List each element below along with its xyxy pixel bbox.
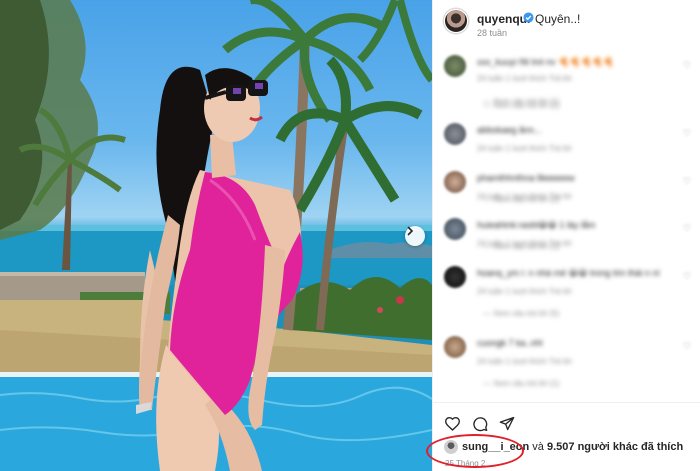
comment-text: cuongk 7 ka..nhl — [477, 338, 543, 348]
likes-text[interactable]: sung__i_eon và 9.507 người khác đã thích — [462, 441, 683, 453]
post-actions-bar — [433, 402, 700, 442]
likes-suffix: người khác đã thích — [574, 441, 684, 453]
comment-item: phamthhnthna llleeeeew 24 tuần 1 lượt th… — [433, 168, 700, 208]
comment-meta[interactable]: 24 tuần 1 lượt thích Trả lời — [477, 287, 572, 296]
post-header: quyenqui Quyên..! 28 tuần — [433, 0, 700, 44]
post-sidebar: quyenqui Quyên..! 28 tuần xxx_kuuyi ñtt … — [432, 0, 700, 471]
comment-like-icon[interactable]: ♡ — [683, 271, 691, 282]
liker-username[interactable]: sung__i_eon — [462, 441, 529, 453]
comment-meta[interactable]: 24 tuần 1 lượt thích Trả lời — [477, 357, 572, 366]
post-caption: Quyên..! — [535, 12, 581, 26]
beach-scene-image — [0, 0, 432, 471]
comment-icon[interactable] — [472, 416, 488, 432]
verified-icon — [523, 12, 534, 23]
likes-summary: sung__i_eon và 9.507 người khác đã thích — [433, 437, 700, 457]
commenter-avatar[interactable] — [444, 336, 466, 358]
commenter-avatar[interactable] — [444, 171, 466, 193]
next-arrow-icon — [407, 226, 414, 236]
likes-count[interactable]: 9.507 — [547, 441, 575, 453]
view-replies-link[interactable]: — Xem câu trả lời (1) — [483, 379, 559, 388]
commenter-avatar[interactable] — [444, 123, 466, 145]
heart-icon[interactable] — [444, 416, 461, 431]
comment-text: huieahtnk:rasbl😀😀 1 lày lắm — [477, 220, 596, 230]
comment-like-icon[interactable]: ♡ — [683, 176, 691, 187]
comment-text: xxx_kuuyi ñtt lmt nv 🍕🍕🍕🍕🍕 — [477, 57, 615, 67]
comment-text: phamthhnthna llleeeeew — [477, 173, 575, 183]
comment-item: hoanq_ym i: n nhá mé 😀😀 trong tím thái n… — [433, 263, 700, 318]
likes-joiner: và — [529, 441, 547, 453]
comment-like-icon[interactable]: ♡ — [683, 60, 691, 71]
comment-meta[interactable]: 24 tuần 1 lượt thích Trả lời — [477, 144, 572, 153]
comment-like-icon[interactable]: ♡ — [683, 128, 691, 139]
author-avatar[interactable] — [444, 9, 468, 33]
comment-item: cuongk 7 ka..nhl 24 tuần 1 lượt thích Tr… — [433, 333, 700, 388]
comment-item: huieahtnk:rasbl😀😀 1 lày lắm 24 tuần 1 lư… — [433, 215, 700, 255]
next-photo-button[interactable] — [405, 226, 425, 246]
view-replies-link[interactable]: — Xem câu trả lời (1) — [483, 101, 559, 110]
commenter-avatar[interactable] — [444, 266, 466, 288]
view-replies-link[interactable]: — Xem câu trả lời (5) — [483, 309, 559, 318]
liker-avatar[interactable] — [444, 440, 458, 454]
comment-text: hoanq_ym i: n nhá mé 😀😀 trong tím thái n… — [477, 268, 660, 278]
view-replies-link[interactable]: — Xem câu trả lời (2) — [483, 195, 559, 204]
commenter-avatar[interactable] — [444, 55, 466, 77]
share-icon[interactable] — [499, 416, 515, 431]
comment-text: abbokaeg ãnn... — [477, 125, 542, 135]
comment-item: abbokaeg ãnn... 24 tuần 1 lượt thích Trả… — [433, 120, 700, 160]
comment-meta[interactable]: 24 tuần 1 lượt thích Trả lời — [477, 74, 572, 83]
comment-like-icon[interactable]: ♡ — [683, 223, 691, 234]
commenter-avatar[interactable] — [444, 218, 466, 240]
post-photo[interactable] — [0, 0, 432, 471]
post-date: 25 Tháng 2 — [445, 459, 486, 468]
comment-like-icon[interactable]: ♡ — [683, 341, 691, 352]
view-replies-link[interactable]: — Xem câu trả lời (1) — [483, 242, 559, 251]
post-time-ago: 28 tuần — [477, 28, 508, 38]
comment-item: xxx_kuuyi ñtt lmt nv 🍕🍕🍕🍕🍕 24 tuần 1 lượ… — [433, 52, 700, 106]
